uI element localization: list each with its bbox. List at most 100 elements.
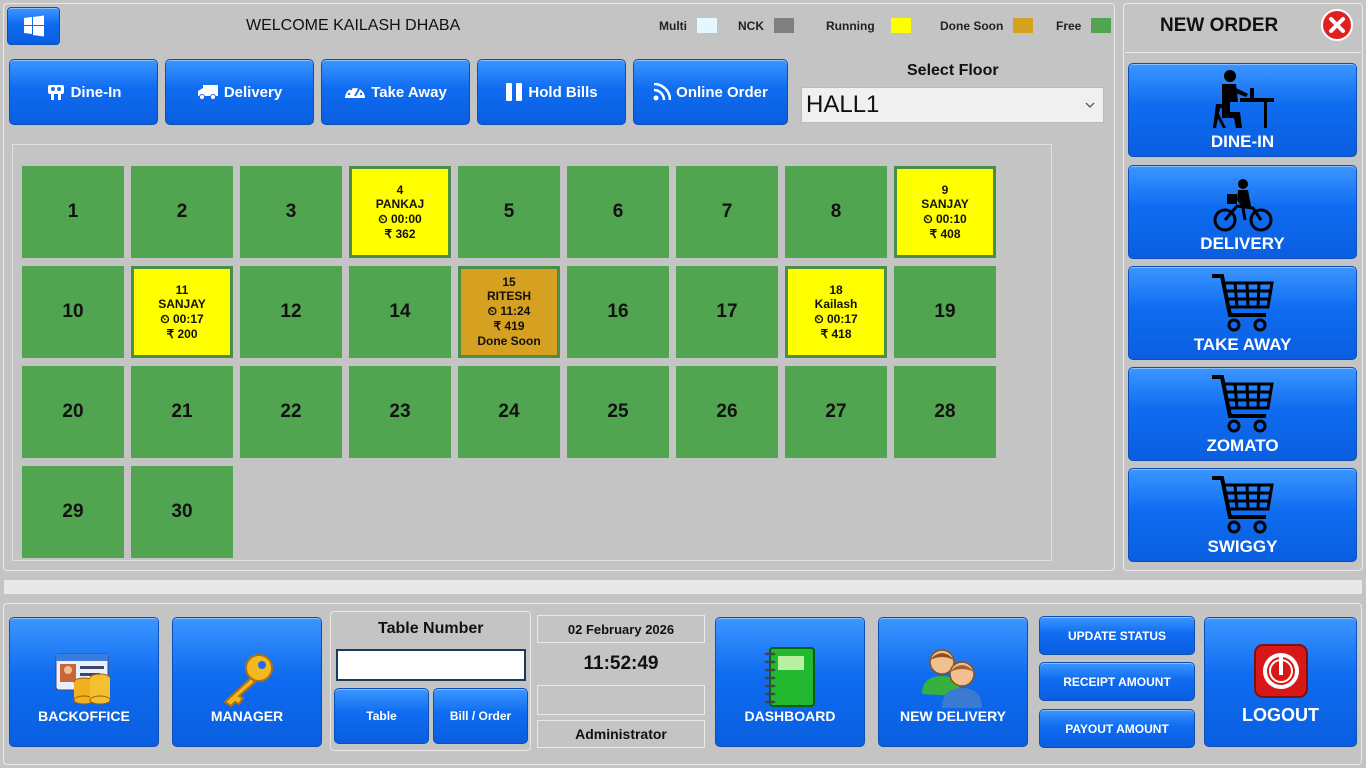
cart-icon <box>1211 375 1274 433</box>
table-24[interactable]: 24 <box>458 366 560 458</box>
table-26[interactable]: 26 <box>676 366 778 458</box>
table-amount: ₹ 200 <box>166 326 198 341</box>
tab-label: Dine-In <box>70 83 122 101</box>
table-number: 15 <box>502 275 516 289</box>
update-status-button[interactable]: UPDATE STATUS <box>1039 616 1195 655</box>
table-amount: ₹ 418 <box>820 326 852 341</box>
table-11[interactable]: 11 SANJAY ⏲ 00:17 ₹ 200 <box>131 266 233 358</box>
table-17[interactable]: 17 <box>676 266 778 358</box>
pause-icon <box>506 83 523 101</box>
legend-nck: NCK <box>738 18 794 33</box>
logout-button[interactable]: LOGOUT <box>1204 617 1357 747</box>
close-button[interactable] <box>1321 9 1353 41</box>
table-15[interactable]: 15 RITESH ⏲ 11:24 ₹ 419 Done Soon <box>458 266 560 358</box>
table-12[interactable]: 12 <box>240 266 342 358</box>
table-20[interactable]: 20 <box>22 366 124 458</box>
table-number: 16 <box>607 301 629 322</box>
truck-icon <box>197 85 218 100</box>
table-status: Done Soon <box>477 334 541 348</box>
table-number: 25 <box>607 401 629 422</box>
tab-delivery[interactable]: Delivery <box>165 59 314 125</box>
notebook-icon <box>764 647 815 707</box>
table-number: 30 <box>171 501 193 522</box>
tab-take-away[interactable]: Take Away <box>321 59 470 125</box>
table-timer: ⏲ 00:10 <box>923 211 967 226</box>
table-16[interactable]: 16 <box>567 266 669 358</box>
legend-running: Running <box>826 18 911 33</box>
table-19[interactable]: 19 <box>894 266 996 358</box>
table-14[interactable]: 14 <box>349 266 451 358</box>
new-order-dine-in-button[interactable]: DINE-IN <box>1128 63 1357 157</box>
legend-label: Done Soon <box>940 18 1004 33</box>
legend-swatch <box>890 18 911 33</box>
table-23[interactable]: 23 <box>349 366 451 458</box>
table-7[interactable]: 7 <box>676 166 778 258</box>
table-amount: ₹ 362 <box>384 226 416 241</box>
table-10[interactable]: 10 <box>22 266 124 358</box>
new-order-delivery-button[interactable]: DELIVERY <box>1128 165 1357 259</box>
floor-select[interactable]: HALL1 <box>801 87 1104 123</box>
table-number: 10 <box>62 301 84 322</box>
cart-icon <box>1211 476 1274 534</box>
receipt-amount-button[interactable]: RECEIPT AMOUNT <box>1039 662 1195 701</box>
close-icon <box>1321 9 1353 41</box>
manager-button[interactable]: MANAGER <box>172 617 322 747</box>
windows-icon <box>23 15 44 37</box>
new-delivery-button[interactable]: NEW DELIVERY <box>878 617 1028 747</box>
tab-online-order[interactable]: Online Order <box>633 59 788 125</box>
backoffice-button[interactable]: BACKOFFICE <box>9 617 159 747</box>
table-6[interactable]: 6 <box>567 166 669 258</box>
side-button-label: DINE-IN <box>1210 132 1275 151</box>
separator-bar <box>4 580 1362 594</box>
table-customer: Kailash <box>814 296 858 311</box>
table-number: 6 <box>612 201 624 222</box>
table-21[interactable]: 21 <box>131 366 233 458</box>
table-27[interactable]: 27 <box>785 366 887 458</box>
windows-menu-button[interactable] <box>7 7 60 45</box>
side-button-label: TAKE AWAY <box>1193 335 1292 354</box>
table-1[interactable]: 1 <box>22 166 124 258</box>
tab-dine-in[interactable]: Dine-In <box>9 59 158 125</box>
table-30[interactable]: 30 <box>131 466 233 558</box>
table-number: 1 <box>67 201 79 222</box>
legend-label: Multi <box>659 18 687 33</box>
dashboard-button[interactable]: DASHBOARD <box>715 617 865 747</box>
cart-icon <box>1211 274 1274 332</box>
table-number: 12 <box>280 301 302 322</box>
table-button[interactable]: Table <box>334 688 429 744</box>
legend-label: NCK <box>738 18 764 33</box>
table-28[interactable]: 28 <box>894 366 996 458</box>
table-number: 22 <box>280 401 302 422</box>
table-25[interactable]: 25 <box>567 366 669 458</box>
table-18[interactable]: 18 Kailash ⏲ 00:17 ₹ 418 <box>785 266 887 358</box>
table-8[interactable]: 8 <box>785 166 887 258</box>
table-3[interactable]: 3 <box>240 166 342 258</box>
payout-amount-button[interactable]: PAYOUT AMOUNT <box>1039 709 1195 748</box>
tab-label: Hold Bills <box>528 83 598 101</box>
table-number-input[interactable] <box>336 649 526 681</box>
new-order-swiggy-button[interactable]: SWIGGY <box>1128 468 1357 562</box>
key-icon <box>223 654 273 708</box>
power-icon <box>1253 644 1308 698</box>
table-number: 26 <box>716 401 738 422</box>
bottom-button-label: DASHBOARD <box>744 708 836 724</box>
table-5[interactable]: 5 <box>458 166 560 258</box>
tab-hold-bills[interactable]: Hold Bills <box>477 59 626 125</box>
table-number: 28 <box>934 401 956 422</box>
table-number: 11 <box>175 282 189 297</box>
side-button-label: DELIVERY <box>1200 234 1285 253</box>
table-2[interactable]: 2 <box>131 166 233 258</box>
table-9[interactable]: 9 SANJAY ⏲ 00:10 ₹ 408 <box>894 166 996 258</box>
table-22[interactable]: 22 <box>240 366 342 458</box>
table-number: 17 <box>716 301 738 322</box>
table-29[interactable]: 29 <box>22 466 124 558</box>
new-order-take-away-button[interactable]: TAKE AWAY <box>1128 266 1357 360</box>
new-order-title: NEW ORDER <box>1160 15 1279 36</box>
new-order-zomato-button[interactable]: ZOMATO <box>1128 367 1357 461</box>
table-4[interactable]: 4 PANKAJ ⏲ 00:00 ₹ 362 <box>349 166 451 258</box>
legend-multi: Multi <box>659 18 717 33</box>
bill-order-button[interactable]: Bill / Order <box>433 688 528 744</box>
select-floor-label: Select Floor <box>907 62 999 79</box>
panel-divider <box>1125 52 1361 53</box>
diner-icon <box>1212 70 1274 128</box>
